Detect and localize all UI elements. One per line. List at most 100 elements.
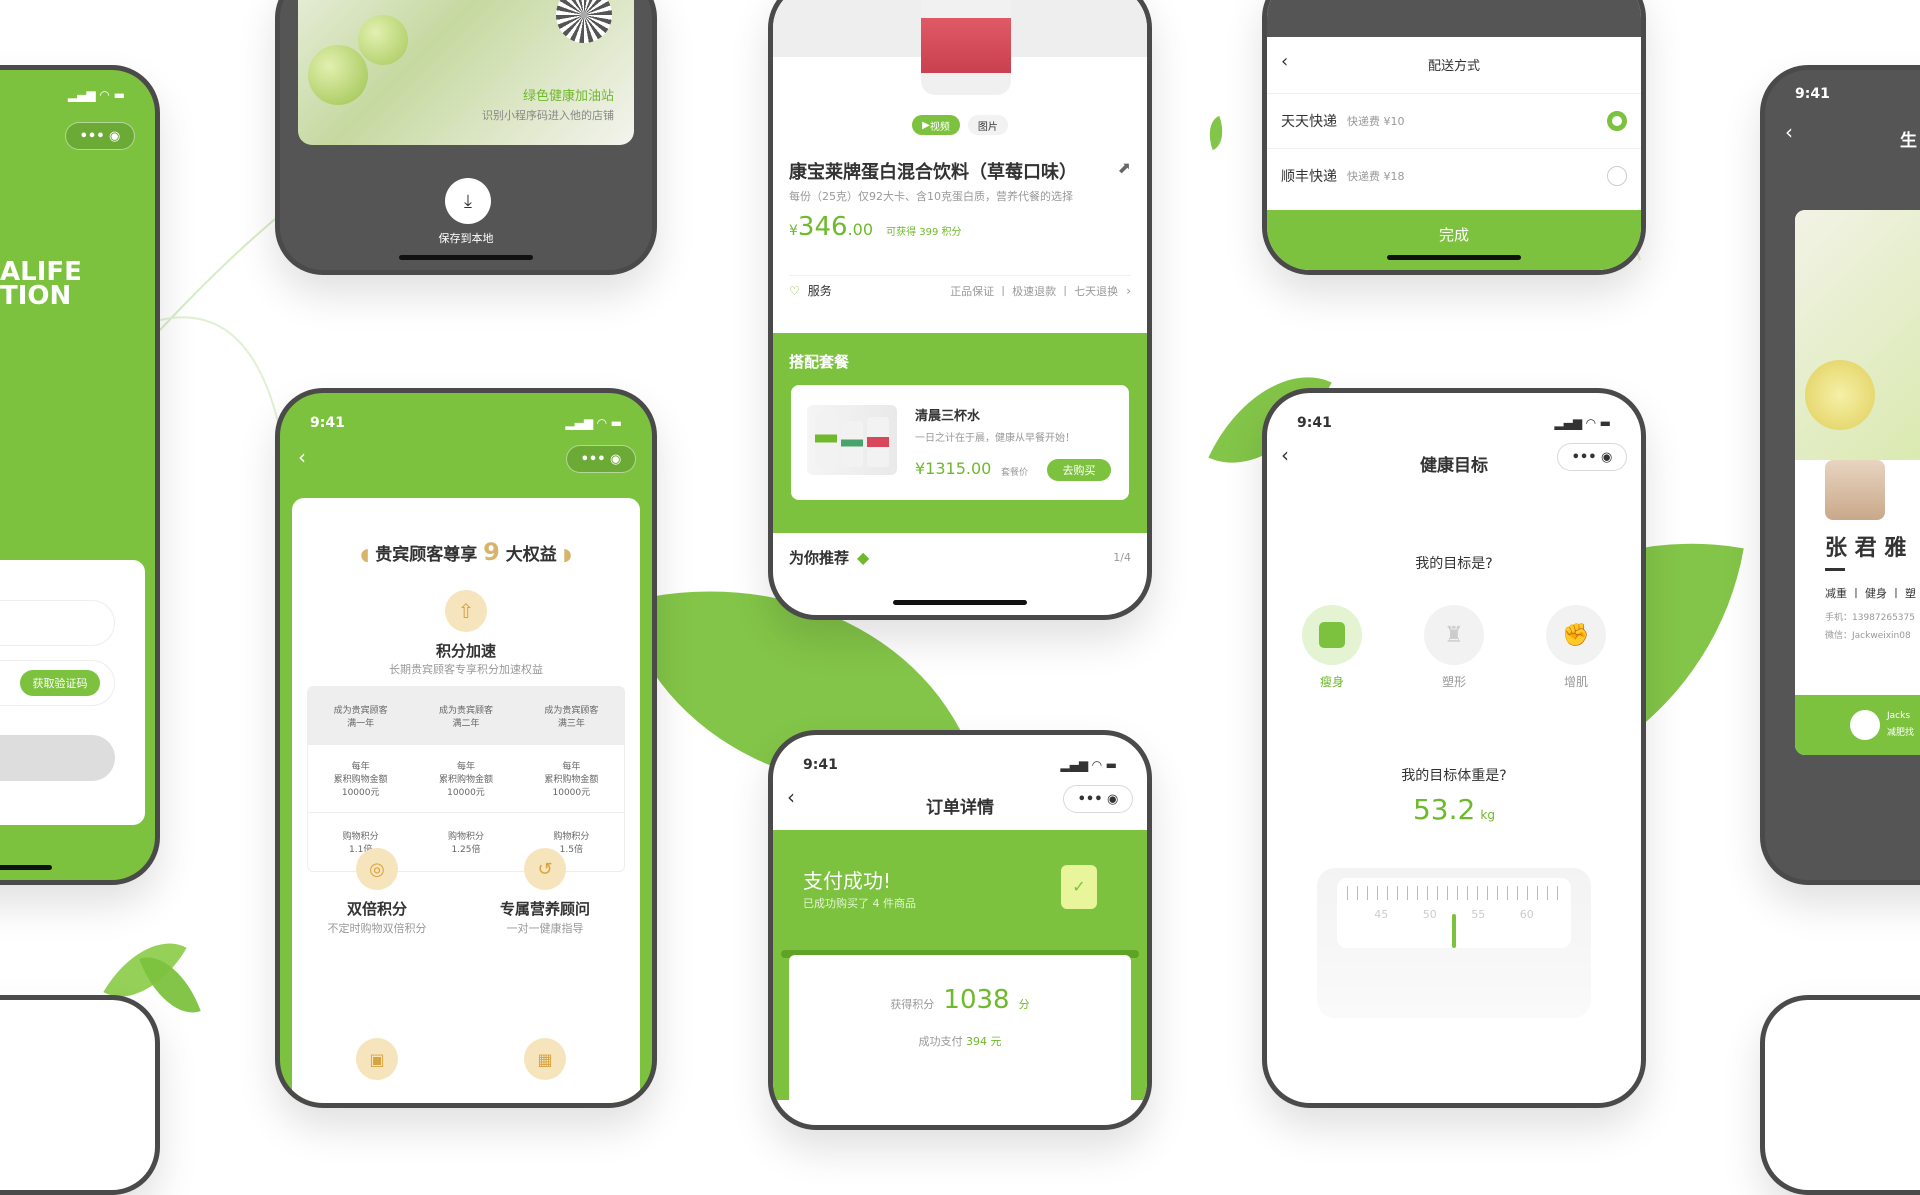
mini-program-capsule[interactable]: ••• ◉: [65, 122, 135, 150]
status-icons: ▂▄▆ ◠ ▬: [1554, 416, 1611, 430]
price-int: 346: [797, 212, 848, 242]
table-header-cell: 成为贵宾顾客 满三年: [544, 706, 599, 729]
goal-slim[interactable]: 瘦身: [1297, 605, 1367, 690]
qr-code: [556, 0, 612, 43]
status-icons: ▂▄▆ ◠ ▬: [565, 416, 622, 430]
leaf-icon: ◖: [360, 545, 376, 565]
brand-text: ALIFE TION: [0, 259, 82, 311]
table-cell: 购物积分 1.25倍: [447, 832, 484, 855]
product-can: [841, 421, 863, 467]
paid-amount: 成功支付 394 元: [789, 1033, 1131, 1049]
buy-bundle-button[interactable]: 去购买: [1047, 459, 1111, 481]
tab-video[interactable]: ▶ 视频: [912, 115, 960, 135]
overlay-dim: [1267, 0, 1641, 37]
product-title: 康宝莱牌蛋白混合饮料（草莓口味）: [789, 162, 1077, 183]
mini-program-capsule[interactable]: ••• ◉: [566, 445, 636, 473]
table-header: 成为贵宾顾客 满一年 成为贵宾顾客 满二年 成为贵宾顾客 满三年: [308, 687, 624, 745]
phone-health-goal: 9:41 ▂▄▆ ◠ ▬ ‹ 健康目标 ••• ◉ 我的目标是? 瘦身 ♜ 塑形…: [1262, 388, 1646, 1108]
sheet-title: 配送方式: [1427, 59, 1480, 74]
leaf-icon: ◗: [562, 545, 572, 565]
points-label: 获得积分: [890, 998, 935, 1011]
table-row: 购物积分 1.1倍 购物积分 1.25倍 购物积分 1.5倍: [308, 813, 624, 871]
recommend-label: 为你推荐: [789, 549, 850, 567]
back-icon[interactable]: ‹: [298, 445, 306, 469]
weight-scale: 45 50 55 60: [1317, 868, 1591, 1018]
fruit-image: [308, 45, 368, 105]
leaf-icon: ◆: [857, 548, 870, 567]
paid-unit: 元: [990, 1035, 1002, 1048]
radio-unselected[interactable]: [1607, 166, 1627, 186]
benefit2-desc: 不定时购物双倍积分: [327, 922, 427, 935]
recommend-row: 为你推荐 ◆ 1/4: [789, 547, 1131, 568]
home-indicator: [1387, 255, 1521, 260]
page-title-partial: 生: [1900, 131, 1917, 151]
delivery-option[interactable]: 天天快递 快递费 ¥10: [1267, 93, 1641, 148]
status-icons: ▂▄▆ ◠ ▬: [67, 88, 125, 102]
goal-shape[interactable]: ♜ 塑形: [1419, 605, 1489, 690]
save-button[interactable]: ⤓: [445, 178, 491, 224]
bundle-card[interactable]: 清晨三杯水 一日之计在于晨，健康从早餐开始！ ¥1315.00 套餐价 去购买: [791, 385, 1129, 500]
back-icon[interactable]: ‹: [1785, 120, 1793, 144]
home-indicator: [399, 255, 533, 260]
clipboard-icon: ✓: [1061, 865, 1097, 909]
login-button[interactable]: [0, 735, 115, 781]
share-icon[interactable]: ⬈: [1118, 158, 1131, 177]
profile-wechat: 微信：Jackweixin08: [1825, 631, 1911, 641]
benefit3-title: 专属营养顾问: [499, 900, 590, 918]
table-header-cell: 成为贵宾顾客 满一年: [333, 706, 388, 729]
paid-value: 394: [966, 1035, 987, 1048]
service-items: 正品保证 丨 极速退款 丨 七天退换: [950, 284, 1119, 298]
status-time: 9:41: [1795, 86, 1830, 102]
phone-login: ▂▄▆ ◠ ▬ ••• ◉ ALIFE TION 获取验证码: [0, 65, 160, 885]
radio-selected[interactable]: [1607, 111, 1627, 131]
brand-line2: TION: [0, 281, 72, 311]
done-button[interactable]: 完成: [1267, 210, 1641, 270]
share-card: 绿色健康加油站 识别小程序码进入他的店铺: [298, 0, 634, 145]
bundle-section: 搭配套餐 清晨三杯水 一日之计在于晨，健康从早餐开始！ ¥1315.00 套餐价…: [773, 333, 1147, 533]
weight-value: 53.2: [1412, 793, 1476, 826]
avatar[interactable]: [1825, 460, 1885, 520]
goal-muscle[interactable]: ✊ 增肌: [1541, 605, 1611, 690]
mini-program-capsule[interactable]: ••• ◉: [1557, 443, 1627, 471]
body-icon: ♜: [1424, 605, 1484, 665]
bundle-price: ¥1315.00: [915, 459, 992, 478]
service-row[interactable]: ♡ 服务 正品保证 丨 极速退款 丨 七天退换 ›: [789, 275, 1131, 305]
points-value: 1038: [943, 985, 1010, 1015]
download-icon: ⤓: [464, 190, 472, 212]
header-pre: 贵宾顾客尊享: [375, 545, 478, 565]
benefits-header: ◖ 贵宾顾客尊享 9 大权益 ◗: [292, 538, 640, 566]
shop-name: 绿色健康加油站: [522, 89, 614, 104]
delivery-option[interactable]: 顺丰快递 快递费 ¥18: [1267, 148, 1641, 203]
option-name: 顺丰快递: [1281, 169, 1337, 185]
chip-name: Jacks: [1887, 711, 1911, 721]
tab-image[interactable]: 图片: [967, 115, 1008, 135]
header-num: 9: [483, 538, 500, 566]
option-name: 天天快递: [1281, 114, 1337, 130]
phone-input[interactable]: [0, 600, 115, 646]
ruler-pointer[interactable]: [1452, 914, 1456, 948]
benefit-icon: ▦: [524, 1038, 566, 1080]
paid-label: 成功支付: [918, 1035, 963, 1048]
status-bar: 9:41 ▂▄▆ ◠ ▬: [280, 401, 652, 445]
bundle-price-note: 套餐价: [1001, 468, 1029, 478]
mini-program-capsule[interactable]: ••• ◉: [1063, 785, 1133, 813]
points-speed-icon: ⇧: [445, 590, 487, 632]
chip-desc: 减肥找: [1887, 728, 1915, 738]
cover-image: [1795, 210, 1920, 460]
goal-label: 增肌: [1563, 675, 1588, 689]
scale-icon: [1302, 605, 1362, 665]
table-header-cell: 成为贵宾顾客 满二年: [438, 706, 493, 729]
advisor-icon: ↺: [524, 848, 566, 890]
profile-footer: Jacks 减肥找: [1795, 695, 1920, 755]
profile-tags: 减重 丨 健身 丨 塑: [1825, 587, 1916, 600]
weight-unit: kg: [1480, 808, 1495, 822]
weight-question: 我的目标体重是?: [1401, 768, 1507, 784]
weight-ruler[interactable]: 45 50 55 60: [1337, 878, 1571, 948]
login-card: 获取验证码: [0, 560, 145, 825]
phone-order-detail: 9:41 ▂▄▆ ◠ ▬ ‹ 订单详情 ••• ◉ 支付成功! 已成功购买了 4…: [768, 730, 1152, 1130]
get-verify-code-button[interactable]: 获取验证码: [20, 670, 100, 696]
phone-bottom-left: [0, 995, 160, 1195]
benefits-card: ◖ 贵宾顾客尊享 9 大权益 ◗ ⇧ 积分加速 长期贵宾顾客专享积分加速权益 成…: [292, 498, 640, 1103]
muscle-icon: ✊: [1546, 605, 1606, 665]
status-icons: ▂▄▆ ◠ ▬: [1060, 758, 1117, 772]
